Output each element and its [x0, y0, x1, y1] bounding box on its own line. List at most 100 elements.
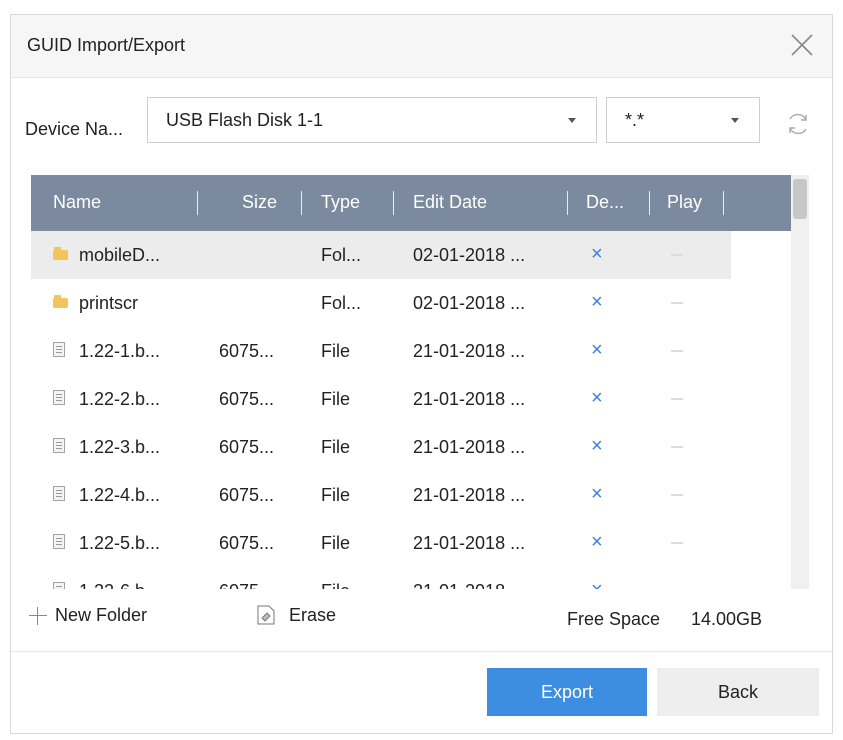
- scrollbar-thumb[interactable]: [793, 179, 807, 219]
- col-separator: [393, 191, 394, 215]
- delete-icon[interactable]: ×: [591, 483, 603, 506]
- file-icon: [53, 390, 65, 405]
- file-size: 6075...: [219, 437, 275, 457]
- file-type: Fol...: [321, 245, 362, 265]
- dialog-footer: Export Back: [11, 651, 832, 734]
- delete-icon[interactable]: ×: [591, 579, 603, 589]
- device-select[interactable]: USB Flash Disk 1-1: [147, 97, 597, 143]
- close-icon[interactable]: [786, 29, 818, 61]
- file-size: 6075...: [219, 581, 274, 589]
- export-button[interactable]: Export: [487, 668, 647, 716]
- table-row[interactable]: 1.22-2.b... 6075... File 21-01-2018 ... …: [31, 375, 791, 423]
- file-type: File: [321, 485, 351, 505]
- file-table: Name Size Type Edit Date De... Play mobi…: [31, 175, 791, 589]
- table-row[interactable]: 1.22-5.b... 6075... File 21-01-2018 ... …: [31, 519, 791, 567]
- file-edit-date: 02-01-2018 ...: [413, 245, 526, 265]
- file-type: File: [321, 389, 351, 409]
- folder-icon: [53, 295, 68, 308]
- table-row[interactable]: 1.22-1.b... 6075... File 21-01-2018 ... …: [31, 327, 791, 375]
- file-size: 6075...: [219, 485, 275, 505]
- chevron-down-icon: [568, 118, 576, 123]
- file-type: File: [321, 581, 350, 589]
- file-edit-date: 21-01-2018 ...: [413, 581, 525, 589]
- dialog-title: GUID Import/Export: [27, 35, 186, 55]
- file-name: 1.22-4.b...: [79, 485, 161, 505]
- refresh-icon[interactable]: [785, 111, 811, 137]
- file-icon: [53, 438, 65, 453]
- folder-icon: [53, 247, 68, 260]
- table-row[interactable]: printscr Fol... 02-01-2018 ... ×: [31, 279, 791, 327]
- play-disabled-icon: [671, 398, 683, 400]
- erase-icon: [257, 605, 275, 625]
- row-end: [731, 231, 791, 279]
- file-edit-date: 21-01-2018 ...: [413, 533, 526, 553]
- file-filter-value: *.*: [625, 110, 645, 130]
- col-type[interactable]: Type: [321, 192, 360, 213]
- free-space-label: Free Space: [567, 609, 661, 629]
- title-bar: GUID Import/Export: [11, 15, 832, 78]
- file-icon: [53, 342, 65, 357]
- plus-icon: [29, 607, 47, 625]
- device-select-value: USB Flash Disk 1-1: [166, 110, 324, 130]
- table-row[interactable]: 1.22-3.b... 6075... File 21-01-2018 ... …: [31, 423, 791, 471]
- file-type: File: [321, 533, 351, 553]
- col-separator: [723, 191, 724, 215]
- erase-label: Erase: [289, 605, 337, 625]
- file-type: Fol...: [321, 293, 362, 313]
- col-edit-date[interactable]: Edit Date: [413, 192, 487, 213]
- file-type: File: [321, 437, 351, 457]
- file-edit-date: 21-01-2018 ...: [413, 389, 526, 409]
- play-disabled-icon: [671, 254, 683, 256]
- play-disabled-icon: [671, 542, 683, 544]
- play-disabled-icon: [671, 446, 683, 448]
- file-name: mobileD...: [79, 245, 161, 265]
- file-edit-date: 02-01-2018 ...: [413, 293, 526, 313]
- col-name[interactable]: Name: [53, 192, 101, 213]
- table-row[interactable]: mobileD... Fol... 02-01-2018 ... ×: [31, 231, 791, 279]
- delete-icon[interactable]: ×: [591, 339, 603, 362]
- file-size: 6075...: [219, 533, 275, 553]
- new-folder-label: New Folder: [55, 605, 148, 625]
- device-name-label: Device Na...: [25, 119, 124, 139]
- file-size: 6075...: [219, 341, 275, 361]
- file-edit-date: 21-01-2018 ...: [413, 437, 526, 457]
- file-name: 1.22-3.b...: [79, 437, 161, 457]
- table-scrollbar[interactable]: [791, 175, 809, 589]
- file-icon: [53, 582, 65, 589]
- play-disabled-icon: [671, 350, 683, 352]
- table-row[interactable]: 1.22-4.b... 6075... File 21-01-2018 ... …: [31, 471, 791, 519]
- back-button[interactable]: Back: [657, 668, 819, 716]
- col-play[interactable]: Play: [667, 192, 702, 213]
- file-name: 1.22-5.b...: [79, 533, 161, 553]
- file-icon: [53, 534, 65, 549]
- chevron-down-icon: [731, 118, 739, 123]
- delete-icon[interactable]: ×: [591, 435, 603, 458]
- play-disabled-icon: [671, 302, 683, 304]
- col-separator: [197, 191, 198, 215]
- file-edit-date: 21-01-2018 ...: [413, 341, 526, 361]
- table-header: Name Size Type Edit Date De... Play: [31, 175, 791, 231]
- delete-icon[interactable]: ×: [591, 243, 603, 266]
- col-separator: [649, 191, 650, 215]
- col-size[interactable]: Size: [242, 192, 277, 213]
- file-icon: [53, 486, 65, 501]
- file-type: File: [321, 341, 351, 361]
- col-separator: [567, 191, 568, 215]
- file-name: printscr: [79, 293, 139, 313]
- free-space-value: 14.00GB: [691, 609, 763, 629]
- file-edit-date: 21-01-2018 ...: [413, 485, 526, 505]
- delete-icon[interactable]: ×: [591, 531, 603, 554]
- file-size: 6075...: [219, 389, 275, 409]
- file-name: 1.22-1.b...: [79, 341, 161, 361]
- table-row[interactable]: 1.22-6.b... 6075... File 21-01-2018 ... …: [31, 567, 791, 589]
- file-name: 1.22-2.b...: [79, 389, 161, 409]
- file-name: 1.22-6.b...: [79, 581, 160, 589]
- col-separator: [301, 191, 302, 215]
- play-disabled-icon: [671, 494, 683, 496]
- file-tools: New Folder Erase Free Space 14.00GB: [11, 595, 832, 645]
- guid-import-export-dialog: GUID Import/Export Device Na... USB Flas…: [10, 14, 833, 734]
- delete-icon[interactable]: ×: [591, 387, 603, 410]
- col-delete[interactable]: De...: [586, 192, 624, 213]
- file-filter-select[interactable]: *.*: [606, 97, 760, 143]
- delete-icon[interactable]: ×: [591, 291, 603, 314]
